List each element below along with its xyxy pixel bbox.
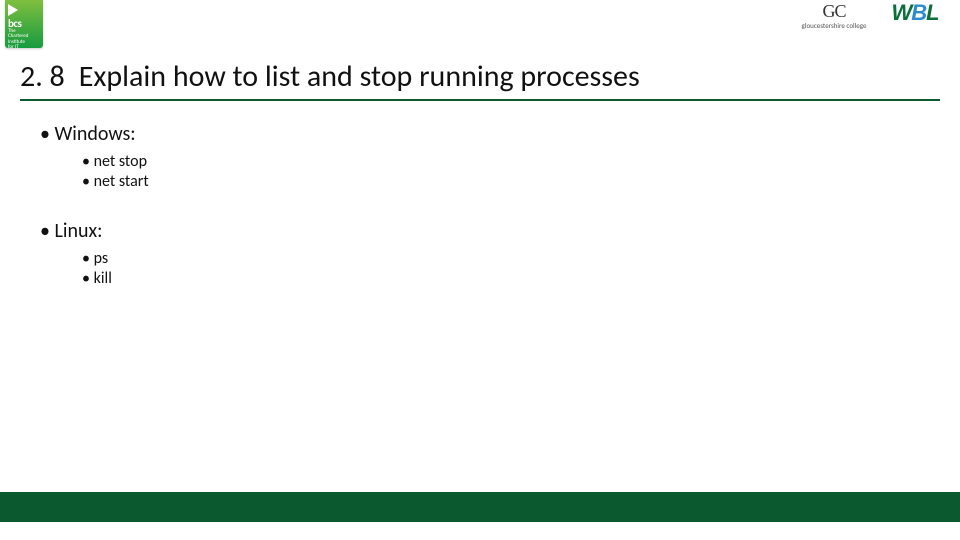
bcs-sub-4: for IT <box>8 45 40 50</box>
bullet-windows-item-0: net stop <box>82 152 920 172</box>
bullet-linux-item-1: kill <box>82 269 920 289</box>
bullet-linux-item-0: ps <box>82 249 920 269</box>
gc-logo: GC gloucestershire college <box>793 2 875 30</box>
bullet-windows: Windows: <box>40 122 920 146</box>
slide-title: 2. 8 Explain how to list and stop runnin… <box>20 58 940 101</box>
slide-body: Windows: net stop net start Linux: ps ki… <box>40 112 920 290</box>
gc-logo-sub: gloucestershire college <box>793 21 875 30</box>
triangle-icon <box>8 4 18 16</box>
bcs-logo: bcs The Chartered Institute for IT <box>5 0 43 48</box>
title-text: Explain how to list and stop running pro… <box>79 58 640 95</box>
wbl-l: L <box>926 0 938 26</box>
footer-bar <box>0 492 960 522</box>
bullet-linux: Linux: <box>40 219 920 243</box>
gc-logo-text: GC <box>793 2 875 20</box>
bullet-windows-item-1: net start <box>82 172 920 192</box>
wbl-w: W <box>891 0 911 26</box>
slide: bcs The Chartered Institute for IT GC gl… <box>0 0 960 540</box>
title-number: 2. 8 <box>20 58 65 95</box>
wbl-b: B <box>911 0 926 26</box>
wbl-logo: WBL <box>878 0 952 28</box>
